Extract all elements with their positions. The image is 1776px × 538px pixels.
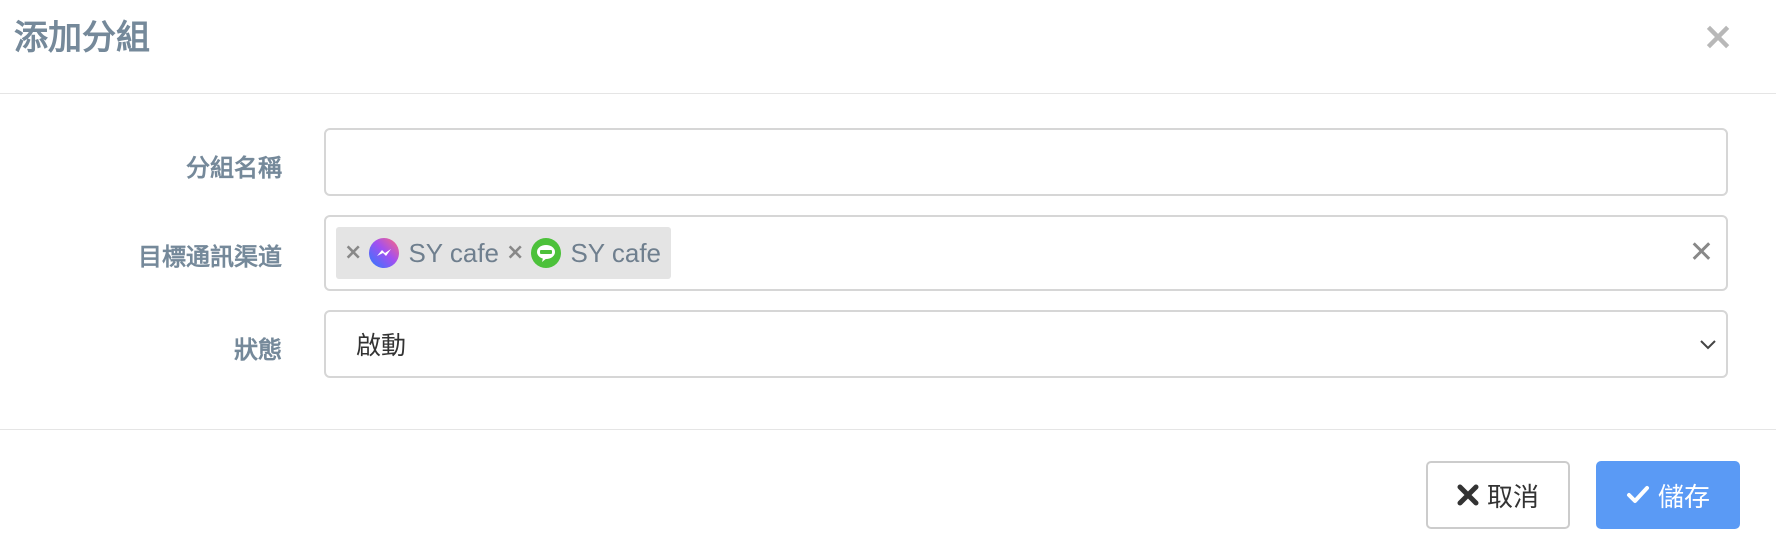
add-group-dialog: 添加分組 × 分組名稱 目標通訊渠道 × SY cafe × SY cafe ✕… xyxy=(0,0,1776,538)
channel-tag-line: × SY cafe xyxy=(498,227,672,279)
tag-remove-icon[interactable]: × xyxy=(506,242,524,264)
status-selected-value: 啟動 xyxy=(356,331,407,360)
line-icon xyxy=(530,237,562,269)
group-name-row: 分組名稱 xyxy=(0,128,1776,196)
channels-row: 目標通訊渠道 × SY cafe × SY cafe ✕ xyxy=(0,215,1776,291)
clear-selection-icon[interactable]: ✕ xyxy=(1689,235,1714,271)
dialog-header: 添加分組 × xyxy=(0,0,1776,94)
channel-tag-messenger: × SY cafe xyxy=(336,227,510,279)
check-icon xyxy=(1626,484,1650,506)
tag-remove-icon[interactable]: × xyxy=(344,242,362,264)
dialog-body: 分組名稱 目標通訊渠道 × SY cafe × SY cafe ✕ 狀態 啟動 xyxy=(0,94,1776,430)
close-icon[interactable]: × xyxy=(1702,16,1734,56)
channels-label: 目標通訊渠道 xyxy=(138,243,282,271)
messenger-icon xyxy=(368,237,400,269)
save-button[interactable]: 儲存 xyxy=(1596,461,1740,529)
status-select[interactable]: 啟動 xyxy=(324,310,1728,378)
chevron-down-icon xyxy=(1700,340,1716,350)
close-icon xyxy=(1457,484,1479,506)
channel-tag-label: SY cafe xyxy=(570,237,662,268)
group-name-label: 分組名稱 xyxy=(186,154,282,182)
dialog-title: 添加分組 xyxy=(14,18,150,58)
status-label: 狀態 xyxy=(234,336,282,364)
status-row: 狀態 啟動 xyxy=(0,310,1776,378)
channel-tag-label: SY cafe xyxy=(408,237,500,268)
save-button-label: 儲存 xyxy=(1657,482,1710,513)
cancel-button-label: 取消 xyxy=(1486,482,1539,513)
cancel-button[interactable]: 取消 xyxy=(1426,461,1570,529)
group-name-input[interactable] xyxy=(324,128,1728,196)
channels-multiselect[interactable]: × SY cafe × SY cafe ✕ xyxy=(324,215,1728,291)
